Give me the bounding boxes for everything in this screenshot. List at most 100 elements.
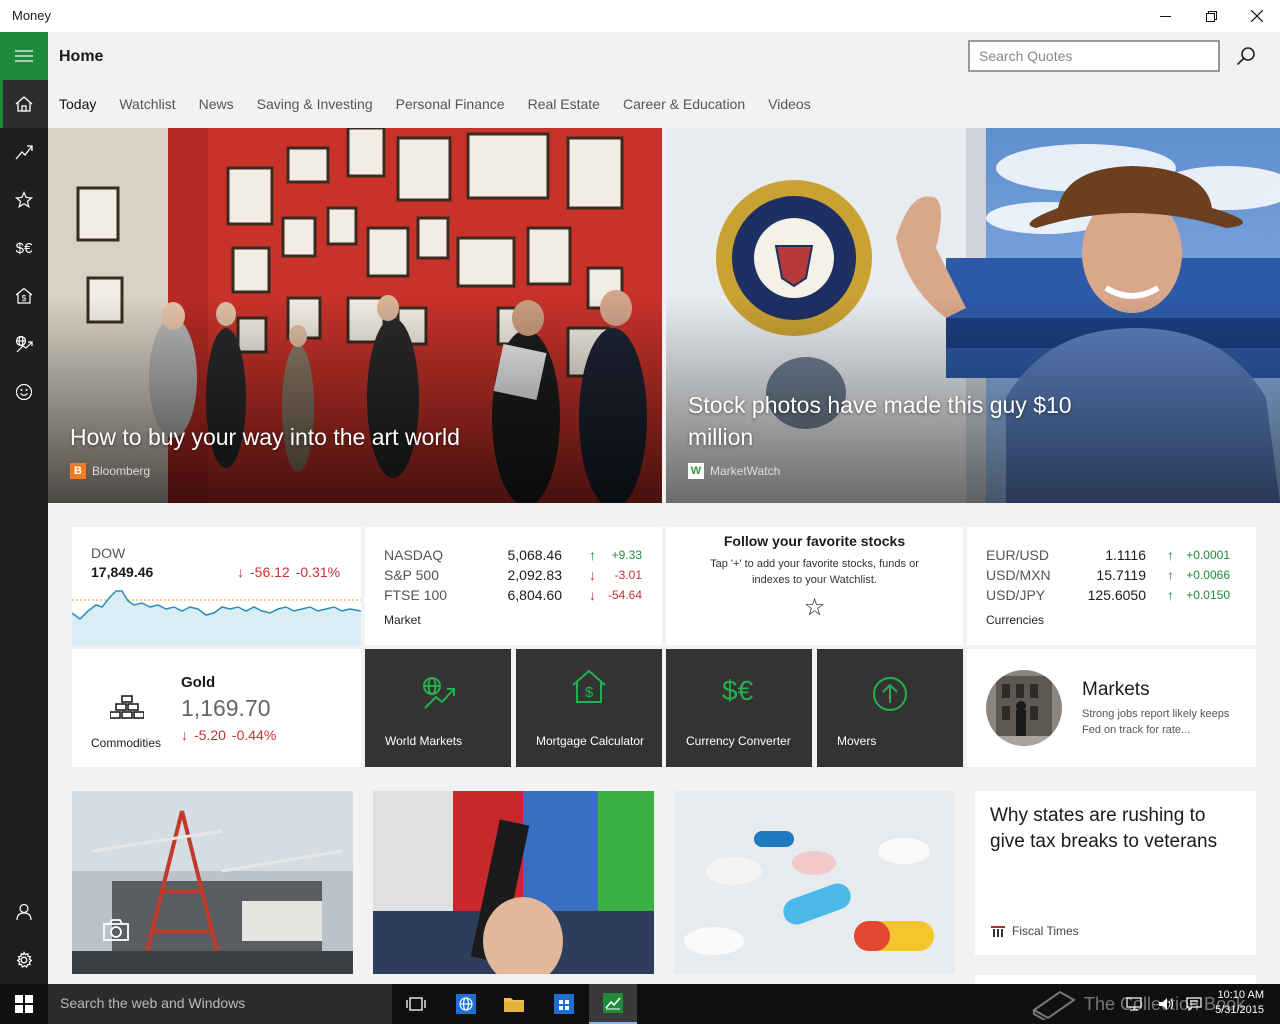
commodity-change-value: -5.20 xyxy=(194,727,226,743)
app-header: Home Today Watchlist News Saving & Inves… xyxy=(48,32,1280,128)
taskbar-edge[interactable] xyxy=(442,984,490,1024)
taskbar-file-explorer[interactable] xyxy=(490,984,538,1024)
money-app-icon xyxy=(603,993,623,1013)
market-row-name: S&P 500 xyxy=(384,567,440,583)
dow-change-value: -56.12 xyxy=(250,564,290,580)
news-card-streaming[interactable] xyxy=(373,791,654,974)
currencies-tile[interactable]: EUR/USD 1.1116 ↑ +0.0001 USD/MXN 15.7119… xyxy=(967,527,1256,645)
network-tray-button[interactable] xyxy=(1120,984,1148,1024)
taskbar-store[interactable] xyxy=(540,984,588,1024)
news-card-veterans[interactable]: Why states are rushing to give tax break… xyxy=(975,791,1256,955)
tab-career-education[interactable]: Career & Education xyxy=(623,96,745,112)
search-icon xyxy=(1236,47,1255,66)
store-icon xyxy=(554,994,574,1014)
market-row-change: -54.64 xyxy=(607,588,642,602)
app-title: Money xyxy=(12,8,52,23)
hero-story-art[interactable]: How to buy your way into the art world B… xyxy=(48,128,662,503)
hero-story-stock-photos[interactable]: Stock photos have made this guy $10 mill… xyxy=(666,128,1280,503)
down-arrow-icon: ↓ xyxy=(589,567,596,583)
currency-row-value: 15.7119 xyxy=(1096,567,1146,583)
movers-tile[interactable]: Movers xyxy=(817,649,963,767)
trend-up-icon xyxy=(15,145,33,160)
tab-today[interactable]: Today xyxy=(59,96,96,112)
book-icon xyxy=(1032,990,1076,1020)
currency-row-value: 125.6050 xyxy=(1087,587,1146,603)
commodities-caption: Commodities xyxy=(91,736,162,750)
close-icon xyxy=(1251,10,1263,22)
dow-tile[interactable]: DOW 17,849.46 ↓ -56.12 -0.31% xyxy=(72,527,361,645)
movers-label: Movers xyxy=(837,734,877,748)
market-row-value: 5,068.46 xyxy=(507,547,563,563)
close-button[interactable] xyxy=(1234,0,1280,32)
source-name: MarketWatch xyxy=(710,464,781,478)
world-markets-tile[interactable]: World Markets xyxy=(365,649,511,767)
follow-stocks-tile[interactable]: Follow your favorite stocks Tap '+' to a… xyxy=(666,527,963,645)
tab-news[interactable]: News xyxy=(199,96,234,112)
currency-row-value: 1.1116 xyxy=(1105,547,1146,563)
tab-real-estate[interactable]: Real Estate xyxy=(528,96,600,112)
hamburger-icon xyxy=(15,50,33,62)
nav-currencies[interactable]: $€ xyxy=(0,224,48,272)
market-row-change: +9.33 xyxy=(611,548,642,562)
action-center-button[interactable] xyxy=(1180,984,1208,1024)
commodity-change: ↓ -5.20 -0.44% xyxy=(181,727,276,743)
currencies-caption: Currencies xyxy=(986,613,1045,627)
tab-videos[interactable]: Videos xyxy=(768,96,811,112)
currency-row-name: USD/JPY xyxy=(986,587,1046,603)
start-button[interactable] xyxy=(0,984,48,1024)
market-rows: NASDAQ 5,068.46 ↑ +9.33 S&P 500 2,092.83… xyxy=(384,545,644,605)
nav-home[interactable] xyxy=(0,80,48,128)
globe-trend-icon xyxy=(423,677,455,709)
commodity-change-percent: -0.44% xyxy=(231,727,277,743)
currency-row-name: USD/MXN xyxy=(986,567,1051,583)
nav-watchlist[interactable] xyxy=(0,176,48,224)
clock[interactable]: 10:10 AM 5/31/2015 xyxy=(1215,988,1264,1018)
mortgage-icon: $ xyxy=(15,287,33,304)
currency-row: EUR/USD 1.1116 ↑ +0.0001 xyxy=(986,545,1241,565)
follow-text: Tap '+' to add your favorite stocks, fun… xyxy=(710,558,919,586)
tab-personal-finance[interactable]: Personal Finance xyxy=(396,96,505,112)
title-bar: Money xyxy=(0,0,1280,32)
mortgage-calculator-tile[interactable]: $ Mortgage Calculator xyxy=(516,649,662,767)
taskbar-money-app[interactable] xyxy=(589,984,637,1024)
restore-button[interactable] xyxy=(1188,0,1234,32)
minimize-button[interactable] xyxy=(1142,0,1188,32)
task-view-button[interactable] xyxy=(392,984,440,1024)
news-card-pills[interactable] xyxy=(674,791,955,974)
article-headline: Why states are rushing to give tax break… xyxy=(990,805,1218,852)
add-star-icon[interactable]: ☆ xyxy=(666,593,963,622)
market-row-value: 6,804.60 xyxy=(507,587,563,603)
hamburger-menu-button[interactable] xyxy=(0,32,48,80)
article-source-name: Fiscal Times xyxy=(1012,924,1079,938)
nav-mortgage[interactable]: $ xyxy=(0,272,48,320)
nav-movers[interactable] xyxy=(0,368,48,416)
market-row: FTSE 100 6,804.60 ↓ -54.64 xyxy=(384,585,644,605)
streaming-remote-image xyxy=(373,791,654,974)
markets-news-tile[interactable]: Markets Strong jobs report likely keeps … xyxy=(967,649,1256,767)
smiley-icon xyxy=(15,383,33,401)
taskbar-search[interactable]: Search the web and Windows xyxy=(48,984,392,1024)
volume-tray-button[interactable] xyxy=(1152,984,1180,1024)
notifications-icon xyxy=(1186,997,1202,1011)
dow-change-percent: -0.31% xyxy=(295,564,341,580)
nav-markets[interactable] xyxy=(0,128,48,176)
news-card-oil-rig[interactable] xyxy=(72,791,353,974)
nav-account[interactable] xyxy=(0,888,48,936)
search-button[interactable] xyxy=(1232,42,1260,70)
commodities-tile[interactable]: Commodities Gold 1,169.70 ↓ -5.20 -0.44% xyxy=(72,649,361,767)
tab-saving-investing[interactable]: Saving & Investing xyxy=(257,96,373,112)
markets-news-title: Markets xyxy=(1082,679,1150,700)
search-input[interactable] xyxy=(970,42,1218,70)
svg-text:$: $ xyxy=(22,294,27,303)
marketwatch-logo-icon: W xyxy=(688,463,704,479)
news-card-partial[interactable] xyxy=(975,975,1256,984)
tab-watchlist[interactable]: Watchlist xyxy=(119,96,175,112)
nav-world-markets[interactable] xyxy=(0,320,48,368)
currency-converter-label: Currency Converter xyxy=(686,734,791,748)
market-row-name: NASDAQ xyxy=(384,547,444,563)
nav-settings[interactable] xyxy=(0,936,48,984)
market-tile[interactable]: NASDAQ 5,068.46 ↑ +9.33 S&P 500 2,092.83… xyxy=(365,527,662,645)
currency-converter-tile[interactable]: $€ Currency Converter xyxy=(666,649,812,767)
page-title: Home xyxy=(59,48,104,65)
nav-rail: $€ $ xyxy=(0,32,48,984)
